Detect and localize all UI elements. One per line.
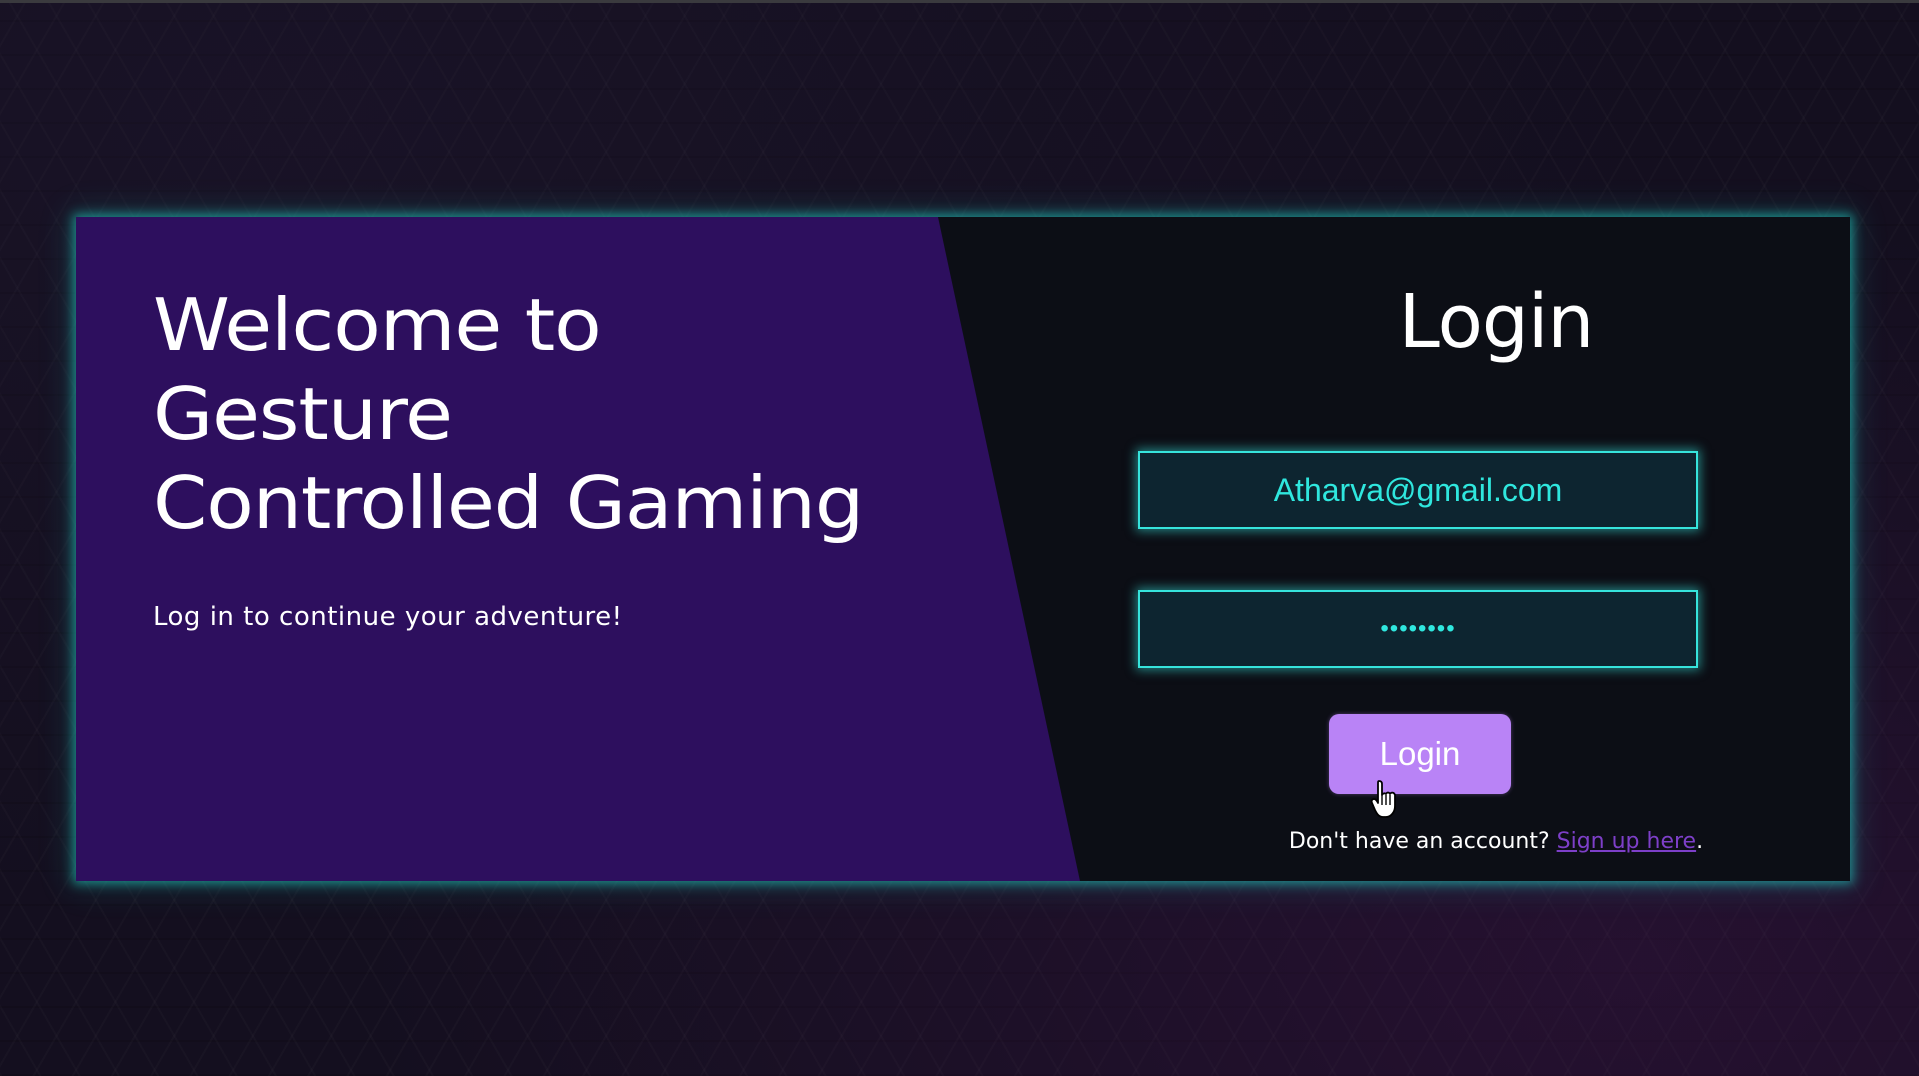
login-card: Welcome to Gesture Controlled Gaming Log i… <box>76 217 1850 881</box>
signup-suffix: . <box>1696 829 1704 854</box>
signup-prompt: Don't have an account? Sign up here. <box>1142 829 1850 854</box>
welcome-title-line-3: Controlled Gaming <box>153 461 864 545</box>
login-button[interactable]: Login <box>1329 714 1511 794</box>
signup-link[interactable]: Sign up here <box>1557 829 1696 854</box>
welcome-title-line-2: Gesture <box>153 372 453 456</box>
top-border <box>0 0 1919 3</box>
welcome-subtitle: Log in to continue your adventure! <box>153 602 623 632</box>
welcome-title-line-1: Welcome to <box>153 283 602 367</box>
welcome-title: Welcome to Gesture Controlled Gaming <box>153 281 995 548</box>
signup-prompt-text: Don't have an account? <box>1288 829 1557 854</box>
hand-pointer-icon <box>1370 780 1396 818</box>
password-field[interactable] <box>1138 590 1698 668</box>
email-field[interactable] <box>1138 451 1698 529</box>
login-title: Login <box>1398 279 1595 365</box>
